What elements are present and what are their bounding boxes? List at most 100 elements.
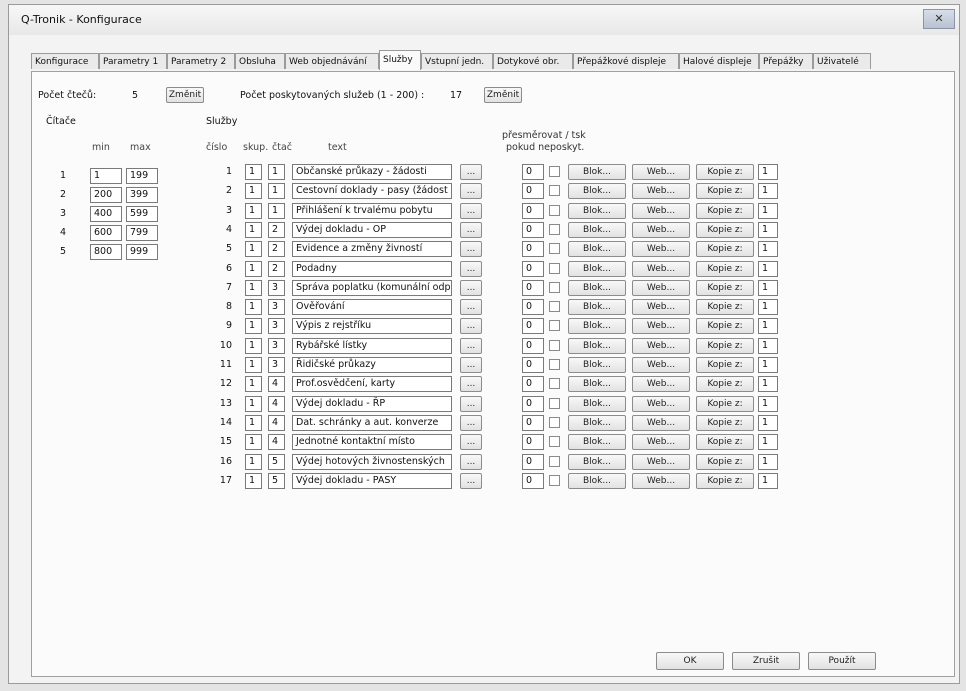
service-redirect-input[interactable]: 0 — [522, 221, 544, 238]
service-copy-source-input[interactable]: 1 — [758, 434, 778, 451]
service-copy-button[interactable]: Kopie z: — [696, 376, 754, 393]
service-copy-source-input[interactable]: 1 — [758, 260, 778, 277]
service-block-button[interactable]: Blok... — [568, 395, 626, 412]
service-copy-button[interactable]: Kopie z: — [696, 299, 754, 316]
service-checkbox[interactable] — [549, 320, 560, 332]
service-checkbox[interactable] — [549, 223, 560, 235]
change-services-button[interactable]: Změnit — [484, 87, 522, 103]
service-group-input[interactable]: 1 — [245, 376, 262, 393]
service-web-button[interactable]: Web... — [632, 221, 690, 238]
reader-min-input[interactable]: 400 — [90, 206, 122, 222]
service-web-button[interactable]: Web... — [632, 299, 690, 316]
service-redirect-input[interactable]: 0 — [522, 453, 544, 470]
reader-min-input[interactable]: 1 — [90, 168, 122, 184]
tab-p-ep-ky[interactable]: Přepážky — [759, 53, 813, 69]
reader-max-input[interactable]: 799 — [126, 225, 158, 241]
service-edit-button[interactable]: ... — [460, 376, 482, 393]
service-redirect-input[interactable]: 0 — [522, 299, 544, 316]
service-edit-button[interactable]: ... — [460, 434, 482, 451]
service-reader-input[interactable]: 1 — [268, 164, 285, 180]
service-checkbox[interactable] — [549, 455, 560, 467]
service-redirect-input[interactable]: 0 — [522, 241, 544, 258]
service-copy-button[interactable]: Kopie z: — [696, 318, 754, 335]
service-checkbox[interactable] — [549, 281, 560, 293]
service-copy-source-input[interactable]: 1 — [758, 221, 778, 238]
service-copy-source-input[interactable]: 1 — [758, 376, 778, 393]
service-text-input[interactable]: Podadny — [292, 260, 452, 277]
service-redirect-input[interactable]: 0 — [522, 279, 544, 296]
service-block-button[interactable]: Blok... — [568, 376, 626, 393]
service-copy-button[interactable]: Kopie z: — [696, 241, 754, 258]
service-reader-input[interactable]: 5 — [268, 453, 285, 470]
service-copy-source-input[interactable]: 1 — [758, 183, 778, 200]
service-checkbox[interactable] — [549, 243, 560, 255]
service-web-button[interactable]: Web... — [632, 183, 690, 200]
service-edit-button[interactable]: ... — [460, 164, 482, 180]
service-group-input[interactable]: 1 — [245, 241, 262, 258]
service-group-input[interactable]: 1 — [245, 337, 262, 354]
service-web-button[interactable]: Web... — [632, 337, 690, 354]
service-text-input[interactable]: Přihlášení k trvalému pobytu — [292, 202, 452, 219]
service-copy-button[interactable]: Kopie z: — [696, 434, 754, 451]
service-block-button[interactable]: Blok... — [568, 164, 626, 180]
service-redirect-input[interactable]: 0 — [522, 472, 544, 489]
service-web-button[interactable]: Web... — [632, 472, 690, 489]
service-checkbox[interactable] — [549, 301, 560, 313]
service-redirect-input[interactable]: 0 — [522, 337, 544, 354]
tab-konfigurace[interactable]: Konfigurace — [31, 53, 99, 69]
service-group-input[interactable]: 1 — [245, 221, 262, 238]
service-group-input[interactable]: 1 — [245, 472, 262, 489]
service-web-button[interactable]: Web... — [632, 202, 690, 219]
reader-max-input[interactable]: 599 — [126, 206, 158, 222]
service-edit-button[interactable]: ... — [460, 221, 482, 238]
service-block-button[interactable]: Blok... — [568, 472, 626, 489]
service-checkbox[interactable] — [549, 262, 560, 274]
service-copy-source-input[interactable]: 1 — [758, 357, 778, 373]
service-checkbox[interactable] — [549, 185, 560, 197]
service-group-input[interactable]: 1 — [245, 202, 262, 219]
service-text-input[interactable]: Jednotné kontaktní místo — [292, 434, 452, 451]
service-copy-source-input[interactable]: 1 — [758, 279, 778, 296]
service-block-button[interactable]: Blok... — [568, 279, 626, 296]
reader-min-input[interactable]: 600 — [90, 225, 122, 241]
service-redirect-input[interactable]: 0 — [522, 357, 544, 373]
service-copy-source-input[interactable]: 1 — [758, 337, 778, 354]
service-edit-button[interactable]: ... — [460, 299, 482, 316]
tab-dotykov-obr[interactable]: Dotykové obr. — [493, 53, 573, 69]
service-copy-source-input[interactable]: 1 — [758, 318, 778, 335]
service-web-button[interactable]: Web... — [632, 318, 690, 335]
reader-max-input[interactable]: 399 — [126, 187, 158, 203]
service-reader-input[interactable]: 4 — [268, 395, 285, 412]
service-text-input[interactable]: Cestovní doklady - pasy (žádost — [292, 183, 452, 200]
service-group-input[interactable]: 1 — [245, 183, 262, 200]
service-edit-button[interactable]: ... — [460, 357, 482, 373]
service-web-button[interactable]: Web... — [632, 241, 690, 258]
service-copy-button[interactable]: Kopie z: — [696, 221, 754, 238]
service-text-input[interactable]: Prof.osvědčení, karty — [292, 376, 452, 393]
service-copy-button[interactable]: Kopie z: — [696, 279, 754, 296]
service-block-button[interactable]: Blok... — [568, 241, 626, 258]
service-text-input[interactable]: Výdej dokladu - PASY — [292, 472, 452, 489]
service-text-input[interactable]: Výdej dokladu - OP — [292, 221, 452, 238]
service-group-input[interactable]: 1 — [245, 260, 262, 277]
tab-p-ep-kov-displeje[interactable]: Přepážkové displeje — [573, 53, 679, 69]
service-group-input[interactable]: 1 — [245, 453, 262, 470]
service-web-button[interactable]: Web... — [632, 279, 690, 296]
reader-min-input[interactable]: 200 — [90, 187, 122, 203]
service-checkbox[interactable] — [549, 339, 560, 351]
service-copy-source-input[interactable]: 1 — [758, 164, 778, 180]
service-checkbox[interactable] — [549, 416, 560, 428]
apply-button[interactable]: Použít — [808, 652, 876, 670]
service-copy-button[interactable]: Kopie z: — [696, 164, 754, 180]
service-block-button[interactable]: Blok... — [568, 183, 626, 200]
service-redirect-input[interactable]: 0 — [522, 318, 544, 335]
service-group-input[interactable]: 1 — [245, 299, 262, 316]
service-reader-input[interactable]: 2 — [268, 260, 285, 277]
service-reader-input[interactable]: 2 — [268, 221, 285, 238]
service-edit-button[interactable]: ... — [460, 183, 482, 200]
ok-button[interactable]: OK — [656, 652, 724, 670]
service-redirect-input[interactable]: 0 — [522, 414, 544, 431]
service-block-button[interactable]: Blok... — [568, 299, 626, 316]
service-checkbox[interactable] — [549, 397, 560, 409]
service-text-input[interactable]: Výpis z rejstříku — [292, 318, 452, 335]
